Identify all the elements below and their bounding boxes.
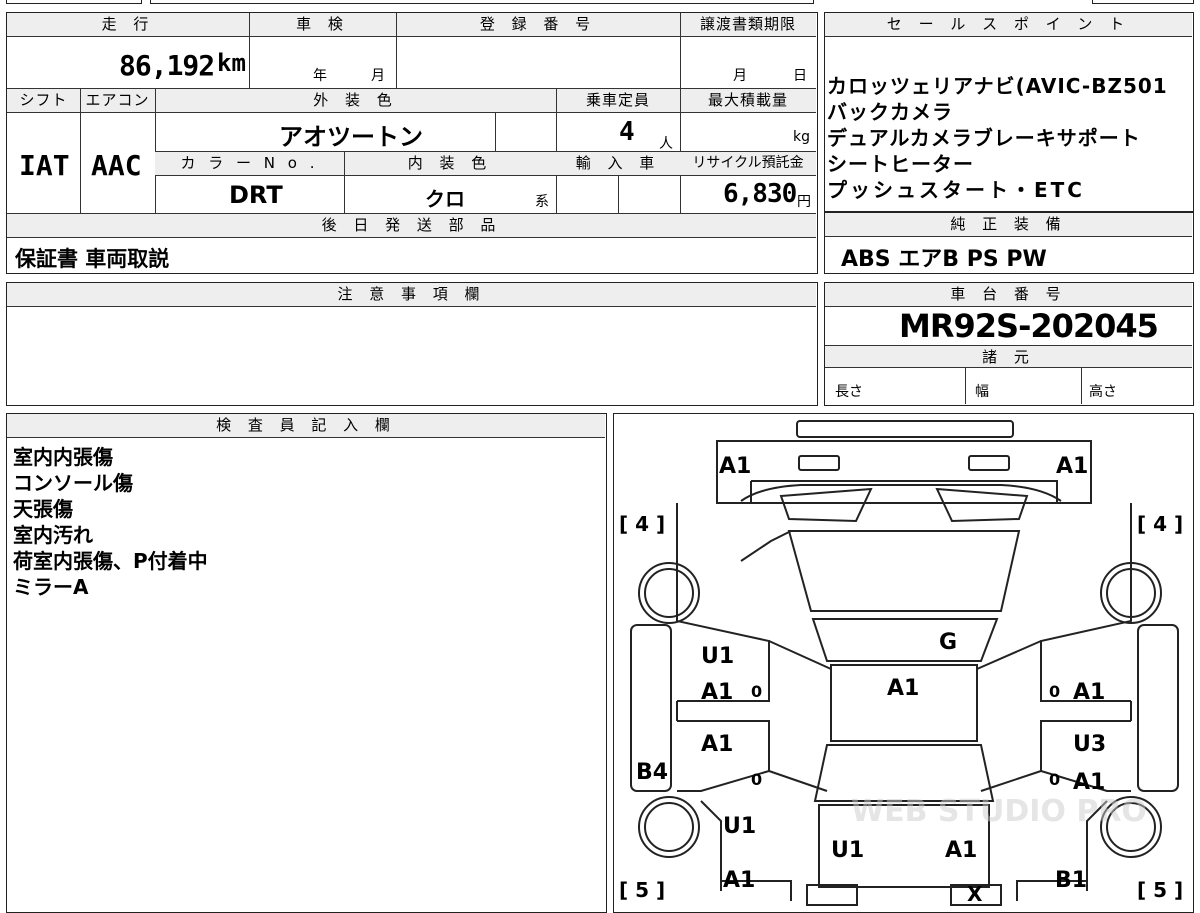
selling-point-2: バックカメラ — [827, 100, 953, 124]
inspector-note-5: 荷室内張傷、P付着中 — [13, 549, 208, 573]
specs-width-label: 幅 — [975, 384, 989, 400]
inspection-month: 月 — [371, 68, 385, 84]
mark-rear-left: U1 — [831, 838, 864, 863]
interior-color-suffix: 系 — [535, 194, 549, 210]
mark-left-rear-corner: A1 — [723, 868, 755, 893]
mark-zero-4: 0 — [1049, 770, 1060, 789]
chassis-number: MR92S-202045 — [899, 307, 1159, 345]
standard-equipment-value: ABS エアB PS PW — [841, 247, 1047, 272]
mileage-unit: km — [217, 49, 246, 77]
top-strip-right — [1092, 0, 1194, 4]
caution-header: 注 意 事 項 欄 — [7, 283, 816, 307]
mark-rear-x: X — [967, 882, 983, 906]
tire-right-front: [ 4 ] — [1137, 512, 1183, 536]
import-header: 輸 入 車 — [556, 152, 680, 176]
mark-left-rocker: B4 — [636, 760, 668, 785]
recycle-fee-unit: 円 — [797, 194, 811, 210]
tire-right-rear: [ 5 ] — [1137, 878, 1183, 902]
mark-right-front-door: A1 — [1073, 680, 1105, 705]
car-diagram: [ 4 ] [ 4 ] [ 5 ] [ 5 ] A1 A1 G A1 U1 A1… — [619, 420, 1183, 906]
color-no-header: カ ラ ー N o . — [155, 152, 344, 176]
exterior-color-value: アオツートン — [279, 123, 423, 151]
mark-right-rear-corner: B1 — [1055, 868, 1087, 893]
inspector-header: 検 査 員 記 入 欄 — [7, 414, 605, 438]
interior-color-value: クロ — [425, 187, 465, 211]
aircon-header: エアコン — [80, 89, 155, 113]
later-parts-header: 後 日 発 送 部 品 — [7, 214, 816, 238]
shift-value: IAT — [19, 149, 70, 182]
registration-header: 登 録 番 号 — [396, 13, 680, 37]
mark-left-rear-door: A1 — [701, 732, 733, 757]
max-load-unit: kg — [793, 129, 810, 145]
capacity-header: 乗車定員 — [556, 89, 680, 113]
standard-equipment-header: 純 正 装 備 — [825, 213, 1192, 237]
aircon-value: AAC — [91, 149, 142, 182]
recycle-fee-header: リサイクル預託金 — [680, 152, 816, 176]
capacity-unit: 人 — [659, 136, 673, 152]
later-parts-value: 保証書 車両取説 — [15, 247, 170, 271]
capacity-value: 4 — [619, 117, 635, 147]
inspector-note-6: ミラーA — [13, 575, 89, 599]
specs-length-label: 長さ — [835, 384, 863, 400]
watermark: WEB STUDIO PRO — [851, 794, 1147, 829]
interior-color-header: 内 装 色 — [344, 152, 556, 176]
mark-roof: A1 — [887, 676, 919, 701]
front-bumper-outline — [716, 440, 1092, 504]
inspector-note-3: 天張傷 — [13, 497, 73, 521]
selling-point-1: カロッツェリアナビ(AVIC-BZ501 — [827, 74, 1168, 98]
inspection-header: 車 検 — [249, 13, 396, 37]
selling-point-4: シートヒーター — [827, 152, 974, 176]
selling-point-3: デュアルカメラブレーキサポート — [827, 126, 1141, 150]
deadline-day: 日 — [793, 68, 807, 84]
standard-equipment-box: 純 正 装 備 ABS エアB PS PW — [824, 212, 1194, 274]
mark-windshield: G — [939, 630, 957, 655]
recycle-fee-value: 6,830 — [723, 179, 797, 209]
mileage-value: 86,192 — [119, 49, 215, 82]
specs-height-label: 高さ — [1089, 384, 1117, 400]
mark-zero-1: 0 — [751, 682, 762, 701]
damage-diagram-box: [ 4 ] [ 4 ] [ 5 ] [ 5 ] A1 A1 G A1 U1 A1… — [613, 413, 1194, 913]
mark-left-front-door-1: U1 — [701, 644, 734, 669]
tire-left-front: [ 4 ] — [619, 512, 665, 536]
selling-points-box: セ ー ル ス ポ イ ン ト カロッツェリアナビ(AVIC-BZ501 バック… — [824, 12, 1194, 212]
chassis-header: 車 台 番 号 — [825, 283, 1192, 307]
selling-point-5: プッシュスタート・ETC — [827, 178, 1085, 202]
inspection-year: 年 — [313, 68, 327, 84]
mark-right-rear-door-1: U3 — [1073, 732, 1106, 757]
tire-left-rear: [ 5 ] — [619, 878, 665, 902]
mark-zero-3: 0 — [1049, 682, 1060, 701]
mark-bumper-front-right: A1 — [1056, 454, 1088, 479]
color-no-value: DRT — [229, 181, 283, 209]
specs-header: 諸 元 — [825, 346, 1192, 368]
mark-bumper-front-left: A1 — [719, 454, 751, 479]
max-load-header: 最大積載量 — [680, 89, 816, 113]
top-strip-mid — [150, 0, 814, 4]
mark-rear-right: A1 — [945, 838, 977, 863]
inspector-box: 検 査 員 記 入 欄 室内内張傷 コンソール傷 天張傷 室内汚れ 荷室内張傷、… — [6, 413, 607, 913]
mileage-header: 走 行 — [7, 13, 249, 37]
top-strip-left — [6, 0, 142, 4]
inspector-note-2: コンソール傷 — [13, 471, 133, 495]
deadline-month: 月 — [733, 68, 747, 84]
mark-zero-2: 0 — [751, 770, 762, 789]
inspector-note-1: 室内内張傷 — [13, 445, 113, 469]
caution-box: 注 意 事 項 欄 — [6, 282, 818, 406]
vehicle-info-table: 走 行 車 検 登 録 番 号 譲渡書類期限 86,192 km 年 月 月 日… — [6, 12, 818, 274]
shift-header: シフト — [7, 89, 80, 113]
transfer-deadline-header: 譲渡書類期限 — [680, 13, 816, 37]
chassis-box: 車 台 番 号 MR92S-202045 諸 元 長さ 幅 高さ — [824, 282, 1194, 406]
exterior-color-header: 外 装 色 — [155, 89, 556, 113]
mark-right-rear-door-2: A1 — [1073, 770, 1105, 795]
mark-left-rear-fender: U1 — [723, 814, 756, 839]
selling-points-header: セ ー ル ス ポ イ ン ト — [825, 13, 1192, 37]
inspector-note-4: 室内汚れ — [13, 523, 93, 547]
mark-left-front-door-2: A1 — [701, 680, 733, 705]
